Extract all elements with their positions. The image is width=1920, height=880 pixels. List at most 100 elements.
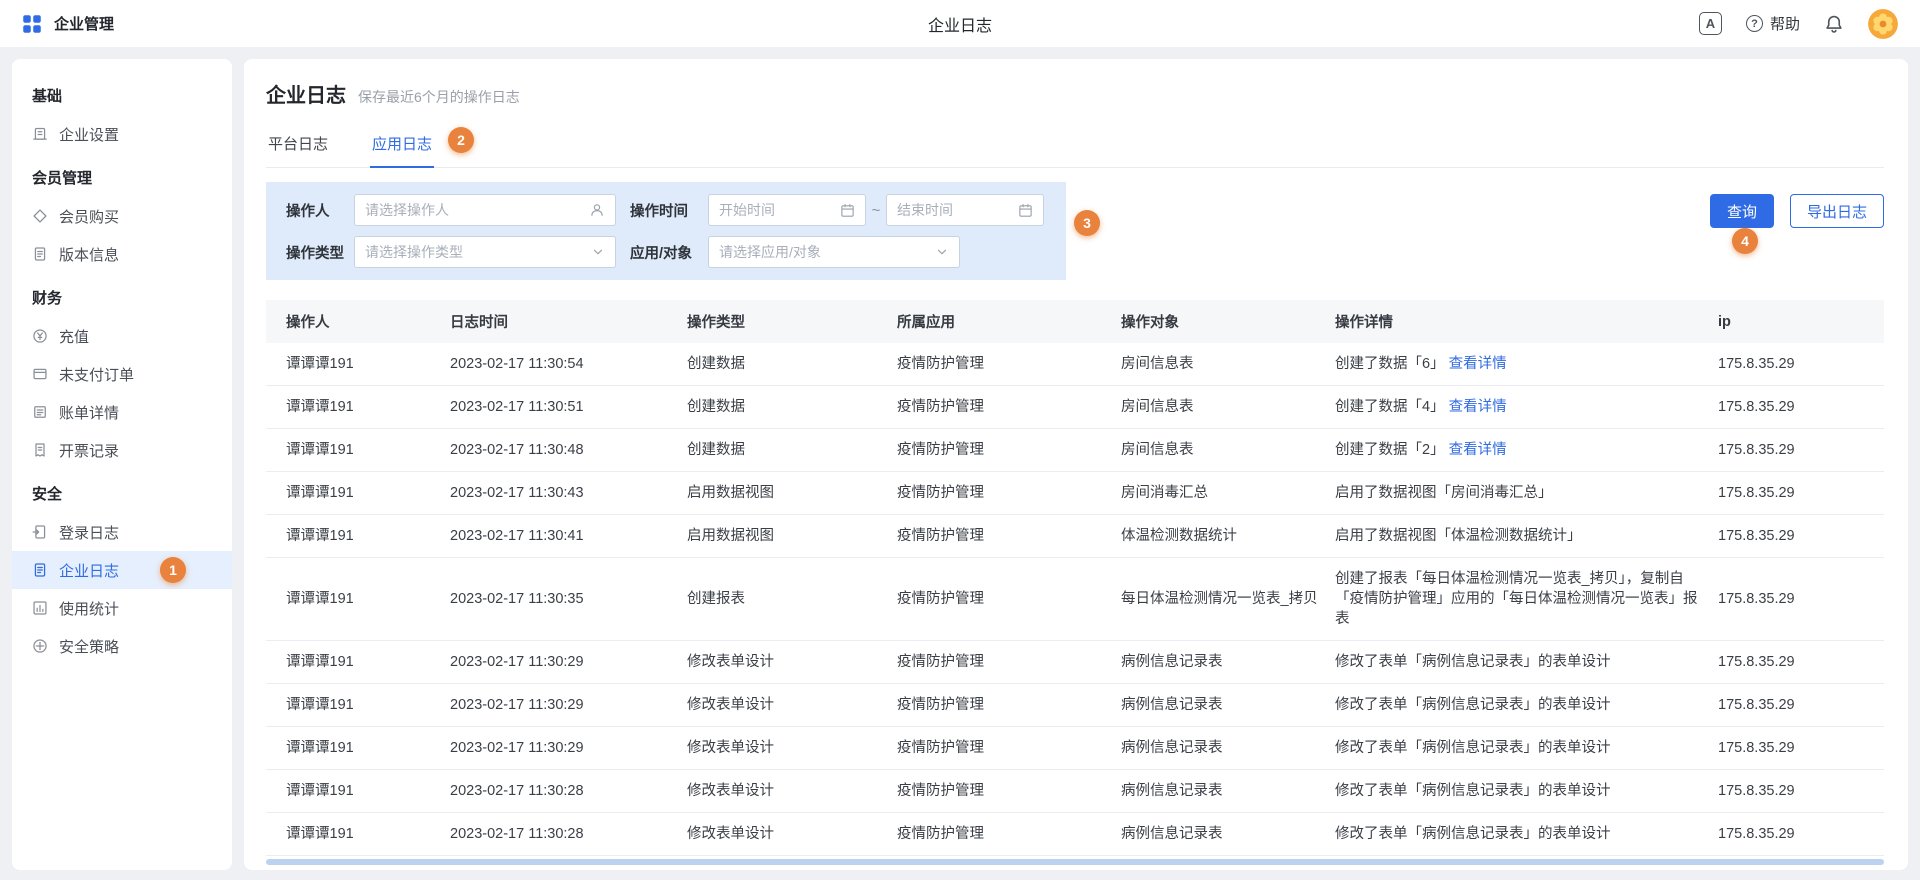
sidebar-item-label: 企业日志 [59,560,119,581]
sidebar-item[interactable]: 企业日志1 [12,551,232,589]
cell-time: 2023-02-17 11:30:48 [450,429,687,472]
view-detail-link[interactable]: 查看详情 [1449,399,1507,415]
person-icon [589,202,605,218]
sidebar-item[interactable]: 账单详情 [12,393,232,431]
apps-grid-icon[interactable] [22,14,42,34]
cell-operator: 谭谭谭191 [266,770,450,813]
table-row: 谭谭谭1912023-02-17 11:30:29修改表单设计疫情防护管理病例信… [266,727,1884,770]
sidebar-section-title: 会员管理 [12,153,232,197]
cell-app: 疫情防护管理 [897,515,1121,558]
sidebar-item[interactable]: 安全策略 [12,627,232,665]
sidebar-section-title: 安全 [12,469,232,513]
sidebar-item[interactable]: 版本信息 [12,235,232,273]
sidebar-item[interactable]: 企业设置 [12,115,232,153]
cell-object: 病例信息记录表 [1121,684,1335,727]
cell-ip: 175.8.35.29 [1718,727,1884,770]
chevron-down-icon [591,245,605,259]
cell-object: 病例信息记录表 [1121,813,1335,856]
table-row: 谭谭谭1912023-02-17 11:30:35创建报表疫情防护管理每日体温检… [266,558,1884,641]
cell-app: 疫情防护管理 [897,641,1121,684]
cell-ip: 175.8.35.29 [1718,515,1884,558]
sidebar-item-label: 版本信息 [59,244,119,265]
cell-operator: 谭谭谭191 [266,813,450,856]
time-filter-label: 操作时间 [616,200,708,221]
cell-app: 疫情防护管理 [897,727,1121,770]
cell-detail: 创建了数据「2」查看详情 [1335,429,1718,472]
step-badge-4: 4 [1732,228,1758,254]
page-title: 企业日志 [266,79,346,108]
app-title: 企业管理 [54,13,114,34]
start-time-input[interactable]: 开始时间 [708,194,866,226]
end-time-input[interactable]: 结束时间 [886,194,1044,226]
operator-select[interactable]: 请选择操作人 [354,194,616,226]
filter-zone: 操作人 请选择操作人 操作时间 开始时间 ~ [266,168,1884,280]
operator-filter-label: 操作人 [266,200,354,221]
sidebar-item-label: 会员购买 [59,206,119,227]
sidebar-item[interactable]: 充值 [12,317,232,355]
cell-ip: 175.8.35.29 [1718,770,1884,813]
notification-bell-icon[interactable] [1824,14,1844,34]
column-header: ip [1718,300,1884,343]
operation-type-select[interactable]: 请选择操作类型 [354,236,616,268]
cell-time: 2023-02-17 11:30:51 [450,386,687,429]
cell-time: 2023-02-17 11:30:29 [450,727,687,770]
tab[interactable]: 平台日志 [266,124,330,167]
cell-object: 体温检测数据统计 [1121,515,1335,558]
view-detail-link[interactable]: 查看详情 [1449,356,1507,372]
user-avatar[interactable] [1868,9,1898,39]
cell-app: 疫情防护管理 [897,770,1121,813]
table-body: 谭谭谭1912023-02-17 11:30:54创建数据疫情防护管理房间信息表… [266,343,1884,856]
query-button[interactable]: 查询 [1710,194,1774,228]
list-icon [32,404,48,420]
cell-object: 病例信息记录表 [1121,727,1335,770]
app-object-placeholder: 请选择应用/对象 [719,242,821,262]
cell-type: 创建报表 [687,558,897,641]
sidebar: 基础企业设置会员管理会员购买版本信息财务充值未支付订单账单详情开票记录安全登录日… [12,59,232,870]
cell-object: 每日体温检测情况一览表_拷贝 [1121,558,1335,641]
sidebar-item[interactable]: 会员购买 [12,197,232,235]
sidebar-item[interactable]: 登录日志 [12,513,232,551]
sidebar-section-title: 财务 [12,273,232,317]
cell-ip: 175.8.35.29 [1718,684,1884,727]
language-icon[interactable]: A [1699,12,1722,35]
cell-ip: 175.8.35.29 [1718,558,1884,641]
app-object-filter-label: 应用/对象 [616,242,708,263]
tab[interactable]: 应用日志2 [370,124,434,167]
step-badge-2: 2 [448,127,474,153]
cell-detail: 启用了数据视图「房间消毒汇总」 [1335,472,1718,515]
step-badge-3: 3 [1074,210,1100,236]
column-header: 操作类型 [687,300,897,343]
export-logs-button[interactable]: 导出日志 [1790,194,1884,228]
cell-operator: 谭谭谭191 [266,386,450,429]
main-panel: 企业日志 保存最近6个月的操作日志 平台日志应用日志2 操作人 请选择操作人 操… [244,59,1908,870]
view-detail-link[interactable]: 查看详情 [1449,442,1507,458]
cell-type: 修改表单设计 [687,770,897,813]
cell-time: 2023-02-17 11:30:35 [450,558,687,641]
filter-actions: 查询 导出日志 4 [1710,182,1884,228]
cell-time: 2023-02-17 11:30:28 [450,813,687,856]
column-header: 操作详情 [1335,300,1718,343]
diamond-icon [32,208,48,224]
question-icon: ? [1746,15,1763,32]
app-object-select[interactable]: 请选择应用/对象 [708,236,960,268]
cell-object: 病例信息记录表 [1121,641,1335,684]
sidebar-item[interactable]: 未支付订单 [12,355,232,393]
cell-detail: 修改了表单「病例信息记录表」的表单设计 [1335,813,1718,856]
cell-type: 修改表单设计 [687,641,897,684]
cell-type: 启用数据视图 [687,515,897,558]
page-subtitle: 保存最近6个月的操作日志 [358,87,520,107]
operator-placeholder: 请选择操作人 [365,200,449,220]
help-button[interactable]: ? 帮助 [1746,13,1800,34]
start-time-placeholder: 开始时间 [719,200,775,220]
end-time-placeholder: 结束时间 [897,200,953,220]
cell-detail: 修改了表单「病例信息记录表」的表单设计 [1335,727,1718,770]
table-row: 谭谭谭1912023-02-17 11:30:43启用数据视图疫情防护管理房间消… [266,472,1884,515]
sidebar-item[interactable]: 使用统计 [12,589,232,627]
sidebar-item-label: 未支付订单 [59,364,134,385]
cell-ip: 175.8.35.29 [1718,386,1884,429]
cell-detail: 修改了表单「病例信息记录表」的表单设计 [1335,641,1718,684]
cell-app: 疫情防护管理 [897,343,1121,386]
sidebar-item[interactable]: 开票记录 [12,431,232,469]
cell-type: 修改表单设计 [687,813,897,856]
sidebar-nav: 基础企业设置会员管理会员购买版本信息财务充值未支付订单账单详情开票记录安全登录日… [12,71,232,665]
